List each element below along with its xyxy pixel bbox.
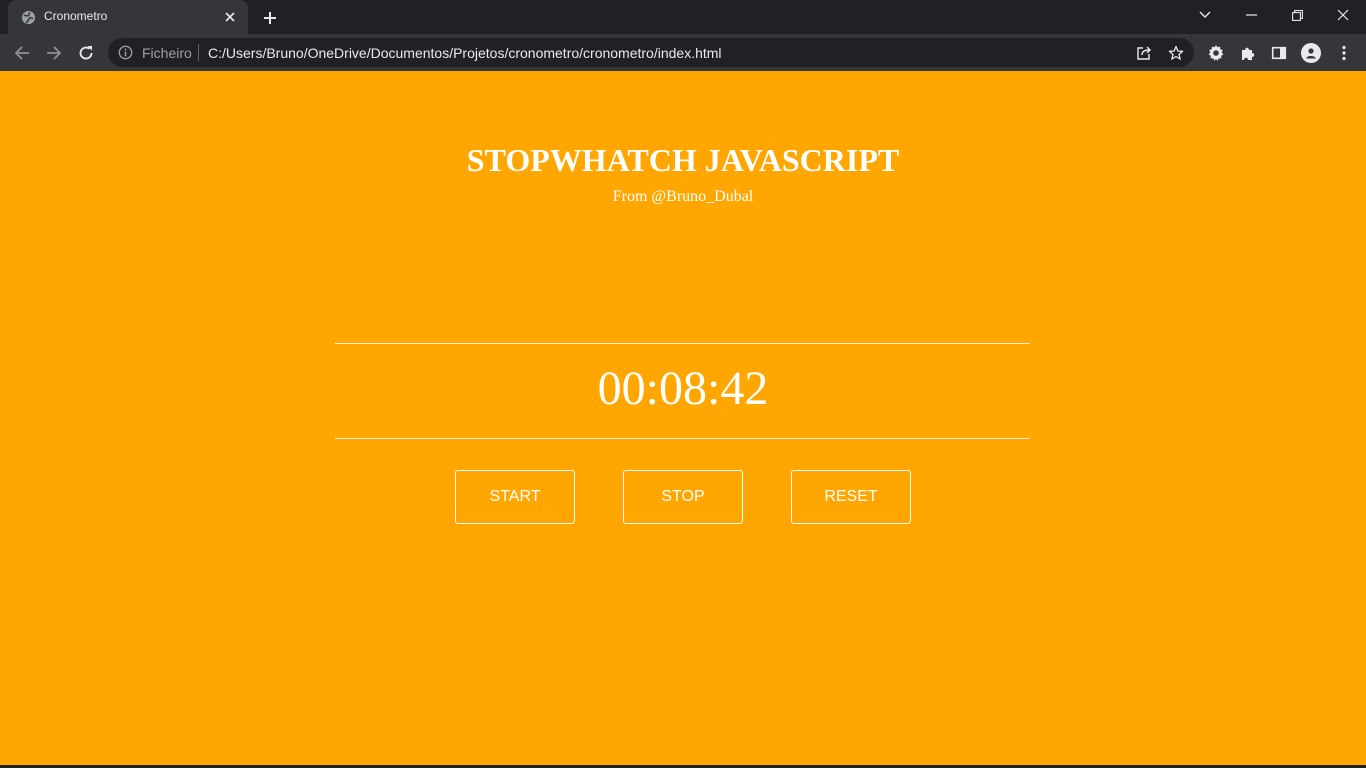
security-chip-label: Ficheiro	[142, 45, 192, 61]
top-divider	[335, 343, 1030, 344]
reset-button[interactable]: RESET	[791, 470, 911, 524]
url-text[interactable]: C:/Users/Bruno/OneDrive/Documentos/Proje…	[208, 45, 722, 61]
close-window-icon[interactable]	[1320, 0, 1366, 30]
person-icon	[1301, 43, 1321, 63]
info-icon[interactable]	[118, 45, 133, 60]
back-icon[interactable]	[8, 39, 36, 67]
page-content: STOPWHATCH JAVASCRIPT From @Bruno_Dubal …	[0, 71, 1366, 765]
chip-divider	[198, 44, 199, 61]
restore-icon[interactable]	[1274, 0, 1320, 30]
extensions-puzzle-icon[interactable]	[1235, 40, 1261, 66]
stop-button[interactable]: STOP	[623, 470, 743, 524]
reload-icon[interactable]	[72, 39, 100, 67]
browser-tab[interactable]: Cronometro	[8, 0, 248, 34]
browser-toolbar: Ficheiro C:/Users/Bruno/OneDrive/Documen…	[0, 34, 1366, 71]
page-title: STOPWHATCH JAVASCRIPT	[466, 142, 900, 178]
tab-search-icon[interactable]	[1182, 0, 1228, 30]
menu-kebab-icon[interactable]	[1331, 40, 1357, 66]
tab-close-icon[interactable]	[220, 7, 240, 27]
profile-avatar[interactable]	[1298, 40, 1324, 66]
share-icon[interactable]	[1133, 42, 1155, 64]
extension-gear-icon[interactable]	[1203, 40, 1229, 66]
stopwatch-display: 00:08:42	[597, 362, 769, 415]
globe-icon	[21, 10, 36, 25]
forward-icon[interactable]	[40, 39, 68, 67]
bookmark-star-icon[interactable]	[1165, 42, 1187, 64]
side-panel-icon[interactable]	[1266, 40, 1292, 66]
tab-strip: Cronometro	[0, 0, 1366, 34]
page-subtitle: From @Bruno_Dubal	[612, 188, 754, 205]
bottom-divider	[335, 438, 1030, 439]
start-button[interactable]: START	[455, 470, 575, 524]
minimize-icon[interactable]	[1228, 0, 1274, 30]
address-bar[interactable]: Ficheiro C:/Users/Bruno/OneDrive/Documen…	[108, 38, 1194, 67]
tab-title: Cronometro	[44, 9, 108, 23]
new-tab-icon[interactable]	[258, 6, 282, 30]
